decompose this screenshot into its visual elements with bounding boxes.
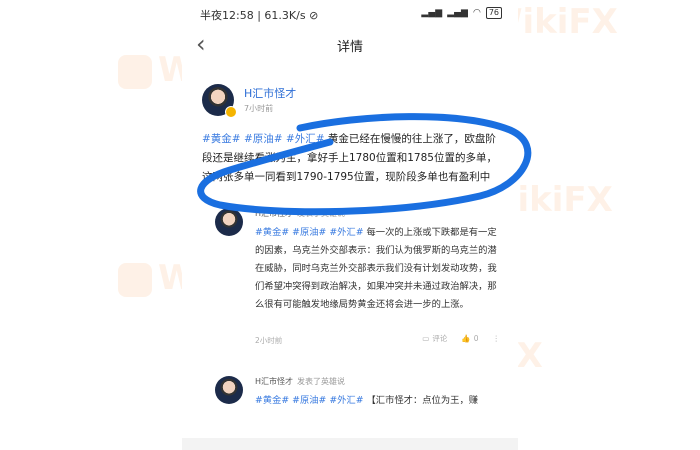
phone-screen: 半夜12:58 | 61.3K/s ⊘ ▂▄▆ ▂▄▆ ◠ 76 ‹ 详情 H汇… bbox=[182, 0, 518, 450]
post-content: #黄金# #原油# #外汇# 黄金已经在慢慢的往上涨了，欧盘阶段还是继续看涨为主… bbox=[202, 130, 502, 187]
list-item: H汇市怪才 发表了英雄说 #黄金# #原油# #外汇# 【汇市怪才：点位为王，赚 bbox=[215, 376, 500, 436]
list-item: H汇市怪才 发表了英雄说 #黄金# #原油# #外汇# 每一次的上涨或下跌都是有一… bbox=[215, 208, 500, 348]
comment-text: 【汇市怪才：点位为王，赚 bbox=[366, 395, 479, 406]
hashtag-gold[interactable]: #黄金# bbox=[255, 227, 289, 238]
top-nav: ‹ 详情 bbox=[182, 28, 518, 62]
status-bar-left: 半夜12:58 | 61.3K/s ⊘ bbox=[200, 9, 319, 22]
comment-content: #黄金# #原油# #外汇# 每一次的上涨或下跌都是有一定的因素，乌克兰外交部表… bbox=[255, 224, 500, 314]
thumbs-up-icon: 👍 bbox=[461, 334, 471, 343]
more-icon: ⋮ bbox=[492, 334, 501, 343]
comment-actions: ▭ 评论 👍 0 ⋮ bbox=[422, 333, 500, 344]
verified-badge-icon bbox=[225, 106, 237, 118]
comment-author[interactable]: H汇市怪才 bbox=[255, 377, 293, 386]
hashtag-oil[interactable]: #原油# bbox=[292, 395, 326, 406]
post-author[interactable]: H汇市怪才 bbox=[244, 85, 296, 101]
hashtag-forex[interactable]: #外汇# bbox=[286, 133, 325, 145]
avatar[interactable] bbox=[215, 208, 243, 236]
post-time: 7小时前 bbox=[244, 104, 274, 113]
like-button[interactable]: 👍 0 bbox=[461, 334, 478, 343]
comment-text: 每一次的上涨或下跌都是有一定的因素，乌克兰外交部表示：我们认为俄罗斯的乌克兰的潜… bbox=[255, 227, 497, 310]
mute-icon: ⊘ bbox=[309, 9, 319, 22]
network-speed: 61.3K/s bbox=[264, 9, 306, 22]
comment-author[interactable]: H汇市怪才 bbox=[255, 209, 293, 218]
hashtag-gold[interactable]: #黄金# bbox=[202, 133, 241, 145]
comment-subtitle: 发表了英雄说 bbox=[297, 377, 346, 386]
hashtag-forex[interactable]: #外汇# bbox=[329, 395, 363, 406]
clock: 半夜12:58 bbox=[200, 9, 254, 22]
comment-content: #黄金# #原油# #外汇# 【汇市怪才：点位为王，赚 bbox=[255, 392, 500, 410]
more-button[interactable]: ⋮ bbox=[493, 334, 501, 343]
avatar[interactable] bbox=[215, 376, 243, 404]
hashtag-oil[interactable]: #原油# bbox=[292, 227, 326, 238]
comment-time: 2小时前 bbox=[255, 336, 283, 345]
hashtag-oil[interactable]: #原油# bbox=[244, 133, 283, 145]
comment-subtitle: 发表了英雄说 bbox=[297, 209, 346, 218]
comment-author-line: H汇市怪才 发表了英雄说 bbox=[255, 208, 345, 219]
signal-icon: ▂▄▆ bbox=[447, 8, 468, 18]
signal-icon: ▂▄▆ bbox=[421, 8, 443, 18]
bottom-bar bbox=[182, 438, 518, 450]
status-bar-right: ▂▄▆ ▂▄▆ ◠ 76 bbox=[421, 7, 502, 19]
hashtag-gold[interactable]: #黄金# bbox=[255, 395, 289, 406]
like-count: 0 bbox=[473, 334, 479, 343]
page-title: 详情 bbox=[336, 40, 363, 55]
comment-author-line: H汇市怪才 发表了英雄说 bbox=[255, 376, 345, 387]
comment-icon: ▭ bbox=[422, 334, 430, 343]
comment-button[interactable]: ▭ 评论 bbox=[422, 333, 447, 344]
battery-icon: 76 bbox=[485, 7, 502, 19]
hashtag-forex[interactable]: #外汇# bbox=[329, 227, 363, 238]
wifi-icon: ◠ bbox=[472, 8, 481, 18]
